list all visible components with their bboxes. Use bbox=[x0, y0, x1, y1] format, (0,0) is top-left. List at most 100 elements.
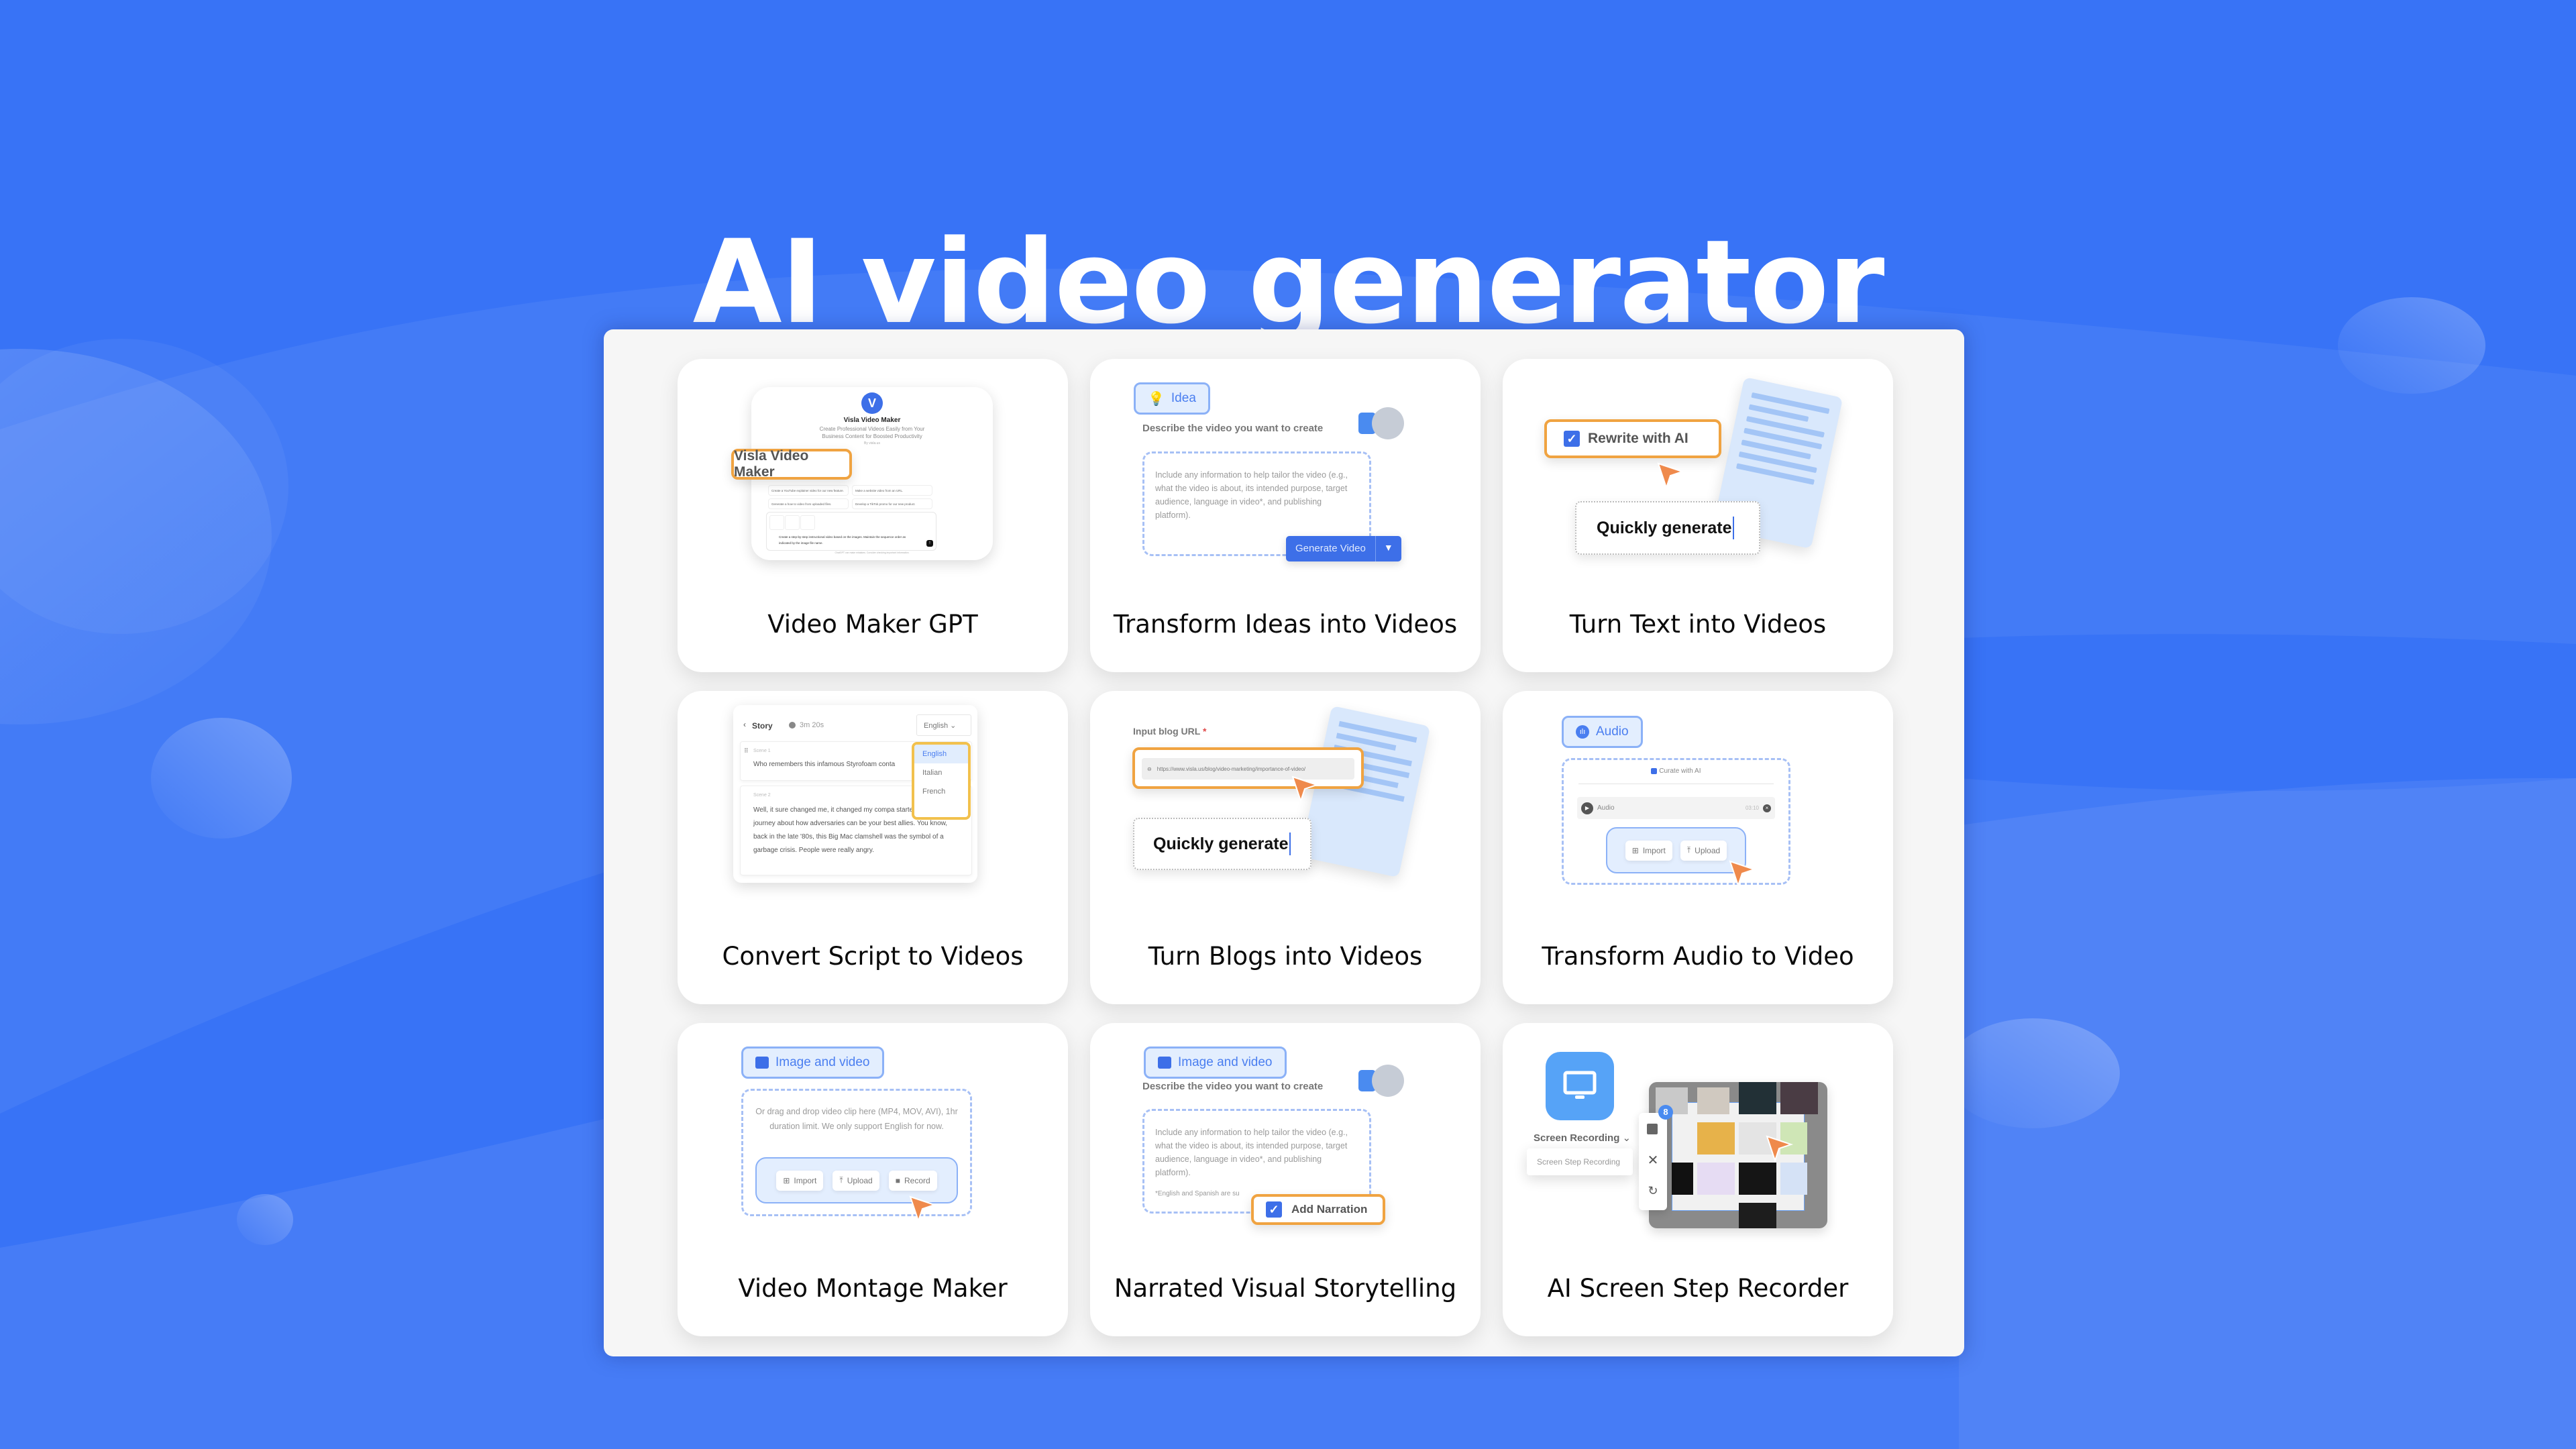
robot-icon bbox=[1372, 407, 1404, 439]
idea-chip[interactable]: 💡 Idea bbox=[1134, 382, 1210, 415]
chevron-down-icon: ⌄ bbox=[950, 722, 957, 730]
montage-dropzone[interactable]: Or drag and drop video clip here (MP4, M… bbox=[741, 1089, 972, 1216]
scene-label: Scene 1 bbox=[753, 749, 771, 753]
audio-track[interactable]: ▶ Audio 03:10 × bbox=[1577, 797, 1775, 819]
idea-placeholder: Include any information to help tailor t… bbox=[1155, 470, 1348, 520]
add-narration-label: Add Narration bbox=[1291, 1203, 1368, 1216]
suggestion-chip[interactable]: Make a website video from an URL. bbox=[852, 485, 932, 496]
generate-input[interactable]: Quickly generate bbox=[1133, 818, 1311, 870]
script-editor: ‹ Story 3m 20s English ⌄ ⠿ Scene 1 Who r… bbox=[733, 705, 977, 883]
blog-url-input[interactable]: ⊖ https://www.visla.us/blog/video-market… bbox=[1132, 747, 1364, 789]
stop-icon[interactable] bbox=[1647, 1124, 1658, 1134]
card-label: Video Maker GPT bbox=[767, 610, 978, 639]
card-label: Turn Text into Videos bbox=[1569, 610, 1827, 639]
generate-input-text: Quickly generate bbox=[1597, 518, 1732, 537]
illustration-script: ‹ Story 3m 20s English ⌄ ⠿ Scene 1 Who r… bbox=[678, 691, 1068, 919]
drag-handle-icon[interactable]: ⠿ bbox=[744, 747, 749, 755]
remove-icon[interactable]: × bbox=[1763, 804, 1771, 812]
rewrite-ai-option[interactable]: ✓ Rewrite with AI bbox=[1544, 419, 1721, 458]
upload-button[interactable]: ⤒ Upload bbox=[1680, 840, 1727, 861]
gpt-prompt-text: Create a step-by-step instructional vide… bbox=[779, 535, 906, 545]
play-icon[interactable]: ▶ bbox=[1581, 802, 1593, 814]
illustration-video-maker-gpt: V Visla Video Maker Create Professional … bbox=[678, 359, 1068, 587]
duration-label: 3m 20s bbox=[800, 721, 824, 729]
screen-step-recording-option[interactable]: Screen Step Recording bbox=[1527, 1148, 1633, 1175]
text-caret bbox=[1289, 833, 1291, 855]
feature-card-video-maker-gpt[interactable]: V Visla Video Maker Create Professional … bbox=[678, 359, 1068, 672]
card-label: Video Montage Maker bbox=[738, 1274, 1008, 1303]
curate-ai-label: Curate with AI bbox=[1659, 767, 1701, 775]
scene-text: Who remembers this infamous Styrofoam co… bbox=[753, 761, 896, 768]
cursor-icon bbox=[1729, 860, 1757, 888]
language-option[interactable]: English bbox=[914, 745, 968, 763]
import-button[interactable]: ⊞ Import bbox=[776, 1170, 824, 1191]
feature-card-narrated-storytelling[interactable]: Image and video Describe the video you w… bbox=[1090, 1023, 1481, 1336]
language-selected: English bbox=[924, 722, 949, 730]
screen-recording-app-icon bbox=[1546, 1052, 1614, 1120]
feature-card-text-to-videos[interactable]: ✓ Rewrite with AI Quickly generate Turn … bbox=[1503, 359, 1893, 672]
feature-card-ideas-to-videos[interactable]: 💡 Idea Describe the video you want to cr… bbox=[1090, 359, 1481, 672]
audio-track-name: Audio bbox=[1597, 804, 1615, 812]
record-button[interactable]: ■ Record bbox=[888, 1170, 937, 1191]
language-option[interactable]: French bbox=[914, 782, 968, 801]
audio-chip[interactable]: ılı Audio bbox=[1562, 716, 1643, 748]
language-option[interactable]: Italian bbox=[914, 763, 968, 782]
generate-video-button[interactable]: Generate Video ▼ bbox=[1286, 536, 1401, 561]
upload-label: Upload bbox=[1695, 845, 1721, 855]
illustration-montage: Image and video Or drag and drop video c… bbox=[678, 1023, 1068, 1251]
restart-icon[interactable]: ↻ bbox=[1639, 1184, 1667, 1198]
cursor-icon bbox=[1766, 1135, 1794, 1163]
card-label: Turn Blogs into Videos bbox=[1148, 942, 1423, 971]
lightbulb-icon: 💡 bbox=[1148, 391, 1165, 407]
chevron-down-icon: ⌄ bbox=[1622, 1132, 1631, 1144]
card-label: Transform Audio to Video bbox=[1542, 942, 1854, 971]
feature-card-script-to-videos[interactable]: ‹ Story 3m 20s English ⌄ ⠿ Scene 1 Who r… bbox=[678, 691, 1068, 1004]
card-label: Transform Ideas into Videos bbox=[1113, 610, 1458, 639]
close-icon[interactable]: ✕ bbox=[1639, 1152, 1667, 1169]
feature-card-audio-to-video[interactable]: ılı Audio Curate with AI ▶ Audio 03:10 ×… bbox=[1503, 691, 1893, 1004]
feature-card-screen-recorder[interactable]: Screen Recording ⌄ Screen Step Recording bbox=[1503, 1023, 1893, 1336]
gpt-footer: ChatGPT can make mistakes. Consider chec… bbox=[835, 551, 910, 554]
describe-heading: Describe the video you want to create bbox=[1142, 1081, 1324, 1092]
add-narration-option[interactable]: ✓ Add Narration bbox=[1251, 1194, 1385, 1225]
attachment-thumb bbox=[769, 515, 784, 530]
checkbox-checked-icon[interactable]: ✓ bbox=[1266, 1201, 1282, 1218]
gpt-prompt-box[interactable]: Create a step-by-step instructional vide… bbox=[766, 512, 936, 551]
clock-icon bbox=[789, 722, 796, 729]
feature-card-video-montage[interactable]: Image and video Or drag and drop video c… bbox=[678, 1023, 1068, 1336]
image-video-chip[interactable]: Image and video bbox=[1144, 1046, 1287, 1079]
audio-actions: ⊞ Import ⤒ Upload bbox=[1606, 827, 1746, 873]
image-video-icon bbox=[1158, 1057, 1171, 1069]
describe-heading: Describe the video you want to create bbox=[1142, 423, 1324, 434]
idea-chip-label: Idea bbox=[1171, 391, 1196, 405]
image-video-icon bbox=[755, 1057, 769, 1069]
upload-button[interactable]: ⤒ Upload bbox=[833, 1170, 879, 1191]
illustration-narrated: Image and video Describe the video you w… bbox=[1090, 1023, 1481, 1251]
screen-recording-dropdown[interactable]: Screen Recording ⌄ bbox=[1534, 1132, 1631, 1144]
audio-time: 03:10 bbox=[1745, 805, 1759, 811]
checkbox-checked-icon[interactable]: ✓ bbox=[1564, 431, 1580, 447]
checkbox-checked-icon[interactable] bbox=[1651, 767, 1658, 774]
suggestion-chip[interactable]: Create a YouTube explainer video for our… bbox=[768, 485, 849, 496]
feature-card-blogs-to-videos[interactable]: Input blog URL * ⊖ https://www.visla.us/… bbox=[1090, 691, 1481, 1004]
image-video-chip-label: Image and video bbox=[1178, 1055, 1273, 1069]
illustration-screen-recorder: Screen Recording ⌄ Screen Step Recording bbox=[1503, 1023, 1893, 1251]
send-icon[interactable]: ↑ bbox=[926, 540, 933, 547]
camera-icon: ■ bbox=[895, 1175, 900, 1185]
rewrite-ai-label: Rewrite with AI bbox=[1588, 431, 1688, 446]
gpt-by: By visla.us bbox=[864, 441, 880, 445]
language-select[interactable]: English ⌄ bbox=[916, 714, 971, 736]
dropdown-arrow-icon[interactable]: ▼ bbox=[1375, 536, 1401, 561]
attachment-thumb bbox=[800, 515, 815, 530]
import-button[interactable]: ⊞ Import bbox=[1625, 840, 1672, 861]
suggestion-chip[interactable]: Develop a TikTok promo for our new produ… bbox=[852, 498, 932, 509]
back-chevron-icon[interactable]: ‹ bbox=[743, 720, 746, 729]
suggestion-chip[interactable]: Generate a how to video from uploaded fi… bbox=[768, 498, 849, 509]
curate-ai-option[interactable]: Curate with AI bbox=[1564, 767, 1788, 775]
language-dropdown: English Italian French bbox=[912, 742, 971, 820]
image-video-chip[interactable]: Image and video bbox=[741, 1046, 884, 1079]
illustration-blogs: Input blog URL * ⊖ https://www.visla.us/… bbox=[1090, 691, 1481, 919]
illustration-ideas: 💡 Idea Describe the video you want to cr… bbox=[1090, 359, 1481, 587]
screen-capture-preview bbox=[1649, 1082, 1827, 1228]
generate-input[interactable]: Quickly generate bbox=[1575, 501, 1760, 555]
